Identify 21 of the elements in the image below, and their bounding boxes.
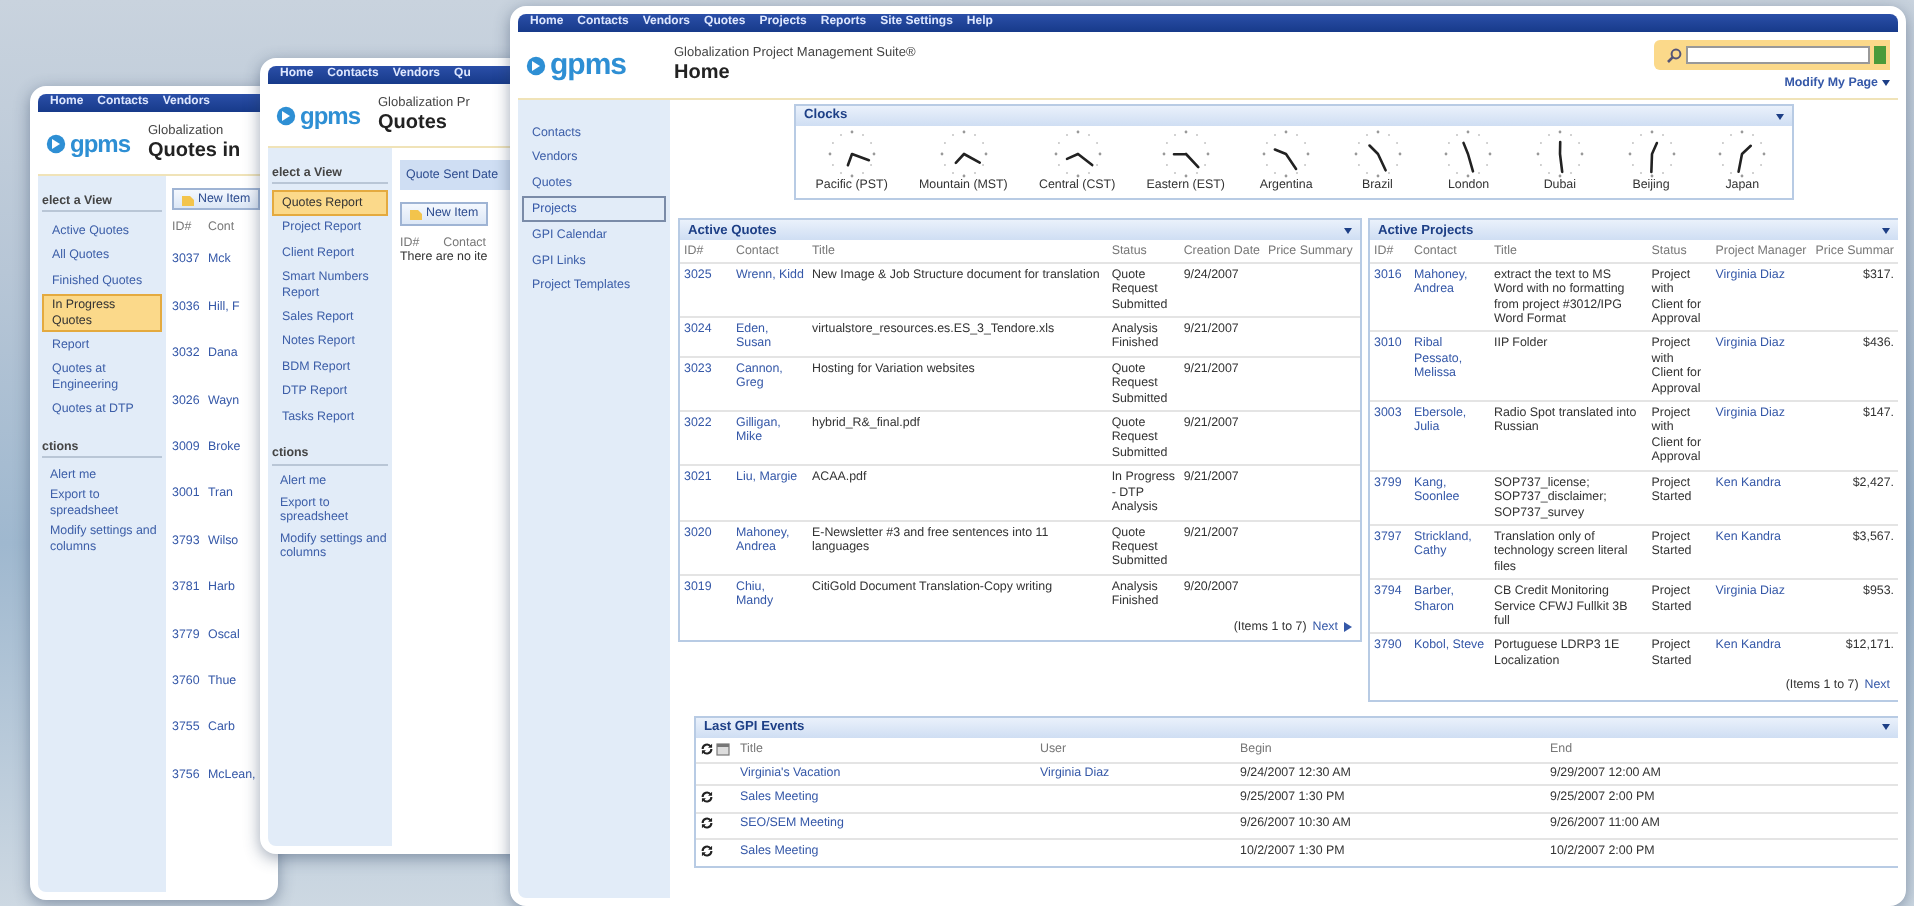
next-arrow-icon[interactable]	[1344, 621, 1352, 632]
logo-text: gpms	[70, 127, 131, 159]
dropdown-arrow-icon	[1882, 80, 1890, 87]
search-field[interactable]	[1686, 46, 1870, 64]
logo-icon	[526, 55, 546, 75]
new-item-icon	[410, 208, 422, 221]
dropdown-arrow-icon[interactable]	[1882, 227, 1890, 234]
page-title: Quotes in	[148, 139, 241, 163]
dropdown-arrow-icon[interactable]	[1776, 113, 1784, 119]
page-title: Quotes	[378, 111, 449, 135]
page-title: Home	[674, 61, 732, 85]
dropdown-arrow-icon[interactable]	[1344, 227, 1352, 234]
recurrence-icon	[700, 741, 714, 756]
logo-text: gpms	[550, 49, 627, 81]
new-item-icon	[182, 193, 194, 206]
logo-icon	[276, 105, 296, 125]
dropdown-arrow-icon[interactable]	[1882, 724, 1890, 731]
calendar-icon[interactable]	[716, 741, 730, 756]
search-icon[interactable]	[1666, 47, 1682, 63]
logo-text: gpms	[300, 99, 361, 131]
logo-icon	[46, 133, 66, 153]
